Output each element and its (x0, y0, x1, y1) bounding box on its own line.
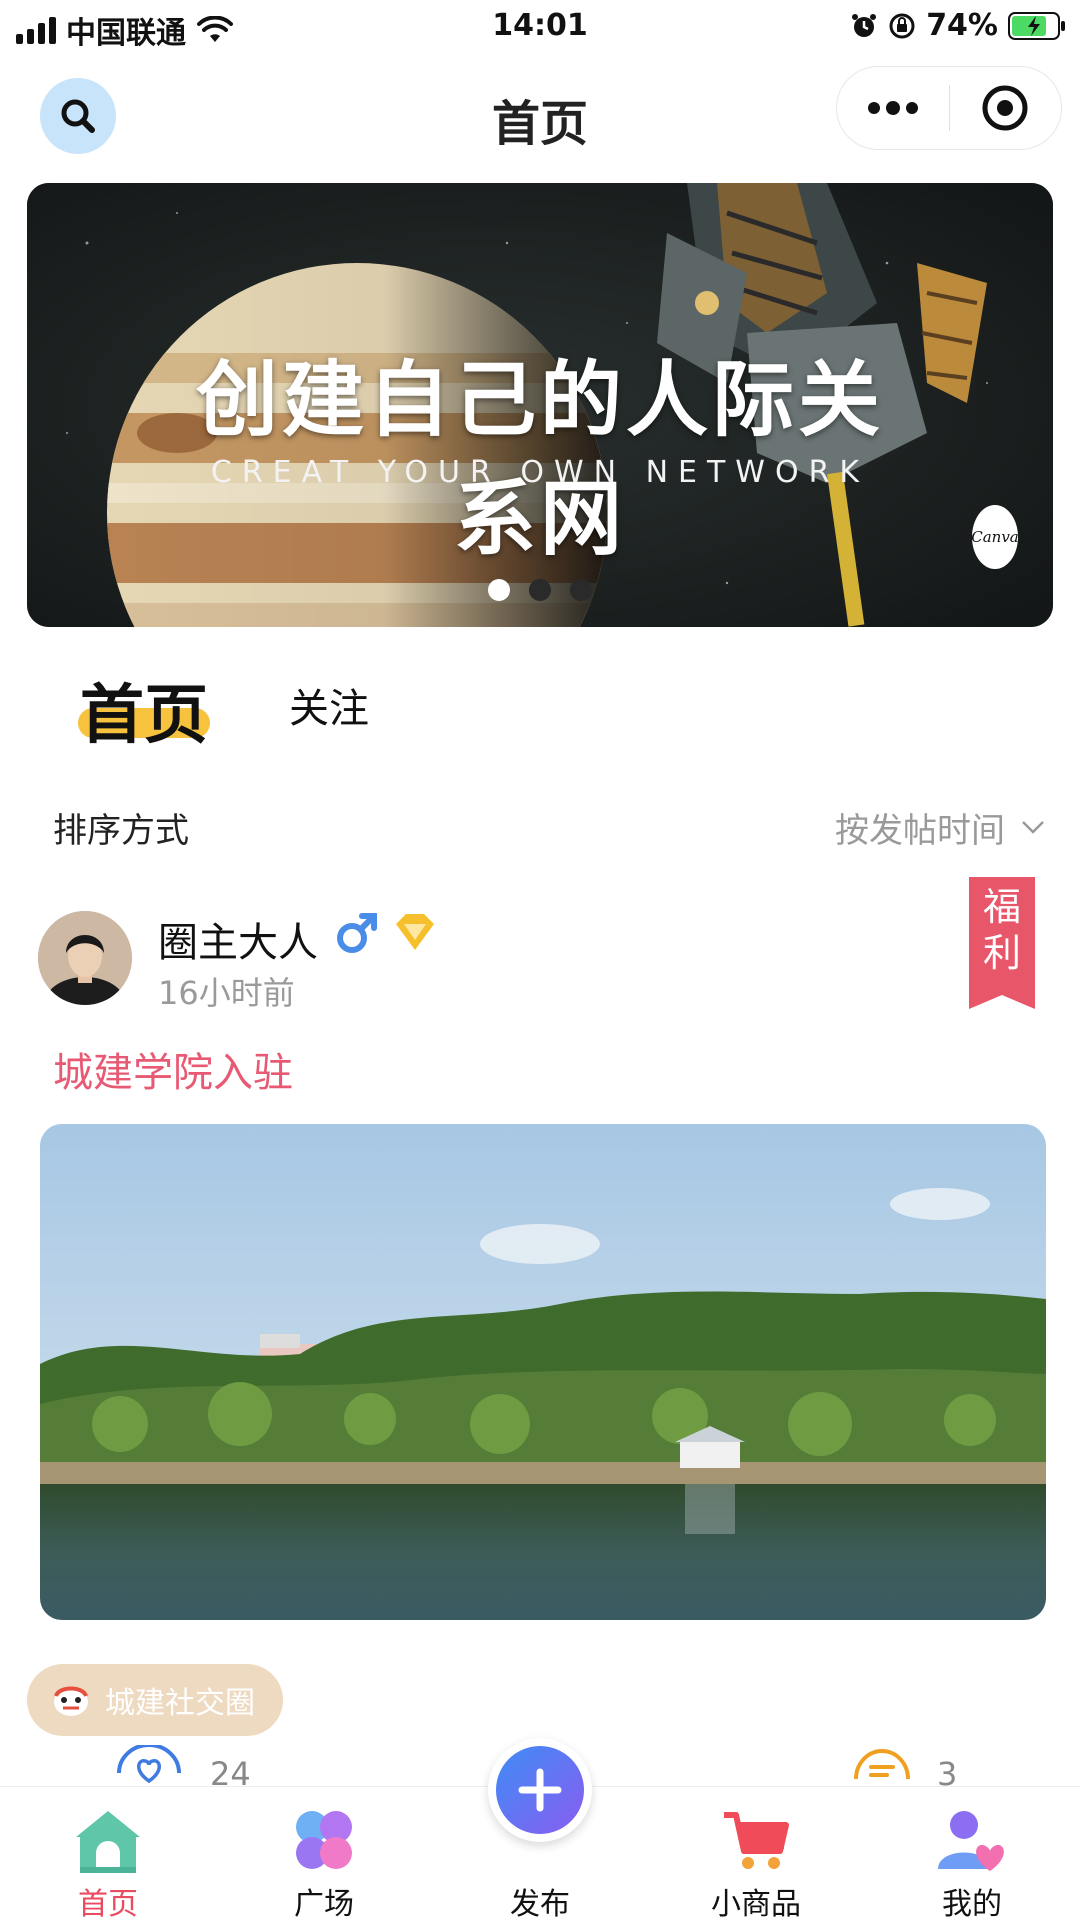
user-heart-icon (938, 1811, 1004, 1871)
heart-icon[interactable] (116, 1745, 182, 1785)
close-mini-program-button[interactable] (950, 66, 1062, 150)
canva-badge: Canva (971, 505, 1019, 569)
post-title[interactable]: 城建学院入驻 (53, 1040, 293, 1098)
tabbar-label-publish: 发布 (510, 1887, 570, 1920)
home-icon (76, 1811, 140, 1873)
navigation-bar: 首页 (0, 54, 1080, 170)
tabbar-item-shop[interactable]: 小商品 (676, 1787, 836, 1920)
post-time: 16小时前 (158, 974, 295, 1012)
welfare-label: 福利 (969, 884, 1035, 976)
tabbar-item-plaza[interactable]: 广场 (244, 1787, 404, 1920)
carousel-dot[interactable] (529, 579, 551, 601)
tabbar-item-mine[interactable]: 我的 (892, 1787, 1052, 1920)
plus-icon (518, 1768, 562, 1812)
feed-tabs: 首页 关注 (0, 650, 1080, 760)
circle-tag-label: 城建社交圈 (105, 1686, 255, 1721)
carousel-dot[interactable] (570, 579, 592, 601)
app-page: 中国联通 14:01 74% 首页 创建自己的人际关系网 CREAT YOUR … (0, 0, 1080, 1920)
rotation-lock-icon (889, 13, 915, 38)
more-icon (867, 101, 918, 115)
more-button[interactable] (837, 66, 949, 150)
tabbar-label-home: 首页 (78, 1887, 138, 1920)
status-bar: 中国联通 14:01 74% (0, 0, 1080, 54)
tab-home[interactable]: 首页 (80, 664, 208, 756)
tabbar-label-plaza: 广场 (294, 1887, 354, 1920)
alarm-icon (852, 13, 877, 37)
target-icon (982, 85, 1028, 131)
author-name[interactable]: 圈主大人 (158, 910, 318, 968)
publish-button[interactable] (488, 1738, 592, 1842)
carousel-indicator (0, 579, 1080, 601)
lion-dance-icon (54, 1686, 88, 1716)
battery-charging-icon (1008, 11, 1065, 40)
tabbar-item-home[interactable]: 首页 (28, 1787, 188, 1920)
mini-program-capsule (836, 66, 1062, 150)
banner-subtitle: CREAT YOUR OWN NETWORK (210, 455, 870, 490)
plaza-icon (296, 1811, 352, 1869)
tabbar-label-mine: 我的 (942, 1887, 1002, 1920)
tab-follow[interactable]: 关注 (289, 676, 369, 734)
lake-landscape-image (40, 1124, 1046, 1620)
shopping-cart-icon (724, 1812, 789, 1869)
vip-diamond-icon (396, 914, 434, 950)
chevron-down-icon[interactable] (1018, 812, 1048, 842)
post-image[interactable] (40, 1124, 1046, 1620)
male-gender-icon (337, 913, 377, 953)
author-avatar[interactable] (38, 911, 132, 1005)
tabbar-label-shop: 小商品 (711, 1887, 801, 1920)
comment-icon[interactable] (853, 1745, 911, 1785)
status-right: 74% (850, 8, 1066, 43)
welfare-text: 福利 (982, 885, 1021, 975)
banner-carousel[interactable]: 创建自己的人际关系网 CREAT YOUR OWN NETWORK Canva (27, 183, 1053, 627)
avatar-image (38, 911, 132, 1005)
circle-tag[interactable]: 城建社交圈 (27, 1664, 283, 1736)
sort-dropdown[interactable]: 按发帖时间 (835, 803, 1005, 852)
banner-title: 创建自己的人际关系网 (195, 352, 884, 567)
carousel-dot[interactable] (488, 579, 510, 601)
sort-label: 排序方式 (53, 811, 189, 851)
battery-percent: 74% (926, 8, 998, 43)
publish-button-inner (496, 1746, 584, 1834)
